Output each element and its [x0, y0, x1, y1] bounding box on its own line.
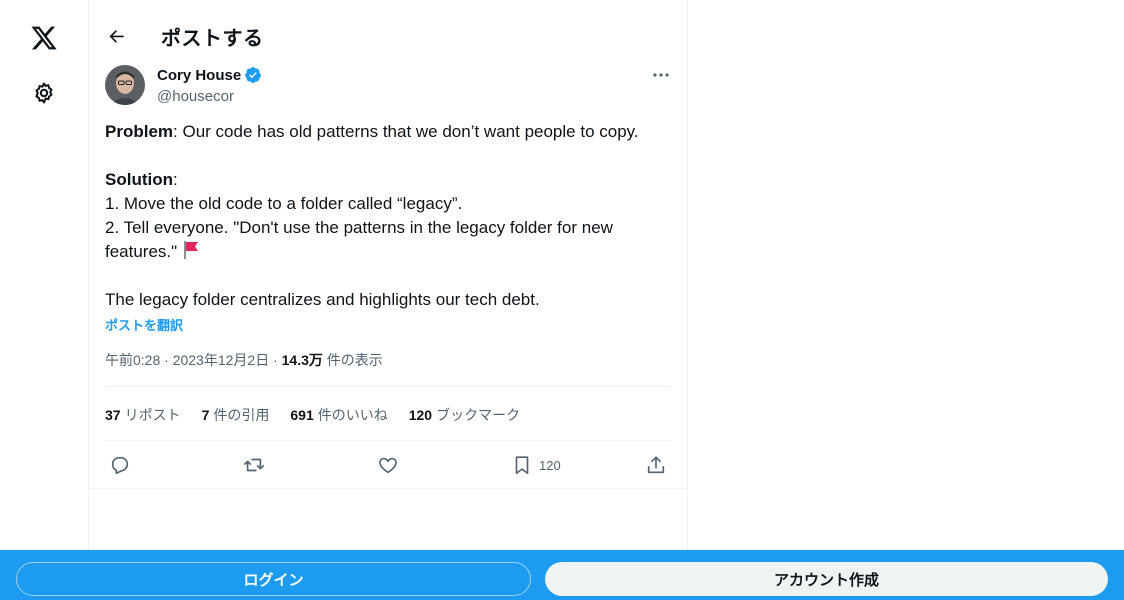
likes-stat[interactable]: 691 件のいいね	[290, 405, 387, 425]
repost-button[interactable]	[243, 452, 265, 478]
reposts-stat[interactable]: 37 リポスト	[105, 405, 181, 425]
bookmark-icon	[515, 456, 529, 475]
reply-button[interactable]	[109, 452, 131, 478]
post-time-date[interactable]: 午前0:28 · 2023年12月2日 ·	[105, 352, 282, 368]
tweet-step-2-line: 2. Tell everyone. "Don't use the pattern…	[105, 216, 665, 264]
x-logo-svg	[31, 26, 57, 50]
avatar[interactable]	[105, 65, 145, 105]
heart-icon	[379, 457, 397, 474]
reply-icon	[111, 456, 129, 475]
problem-text: : Our code has old patterns that we don’…	[173, 122, 639, 141]
engagement-stats: 37 リポスト 7 件の引用 691 件のいいね 120 ブックマーク	[105, 405, 541, 425]
views-label: 件の表示	[322, 352, 383, 368]
share-button[interactable]	[645, 452, 667, 478]
bookmark-button[interactable]: 120	[511, 452, 561, 478]
create-account-button[interactable]: アカウント作成	[545, 562, 1108, 596]
likes-count: 691	[290, 407, 314, 423]
more-options-button[interactable]	[649, 64, 673, 86]
x-logo-icon[interactable]	[22, 16, 66, 60]
bookmarks-stat[interactable]: 120 ブックマーク	[409, 405, 520, 425]
reposts-label: リポスト	[124, 407, 181, 423]
left-nav	[0, 0, 88, 600]
login-button[interactable]: ログイン	[16, 562, 531, 596]
problem-label: Problem	[105, 122, 174, 141]
gear-icon	[35, 82, 53, 104]
quotes-count: 7	[201, 407, 210, 423]
tweet-meta: 午前0:28 · 2023年12月2日 · 14.3万 件の表示	[105, 350, 383, 370]
divider	[105, 440, 671, 441]
quotes-stat[interactable]: 7 件の引用	[202, 405, 270, 425]
quotes-label: 件の引用	[213, 407, 270, 423]
tweet-step-1: 1. Move the old code to a folder called …	[105, 194, 463, 213]
avatar-image	[105, 65, 145, 105]
settings-gear-icon[interactable]	[22, 71, 66, 115]
action-bar: 120	[105, 452, 671, 478]
tweet-text: Problem: Our code has old patterns that …	[105, 120, 665, 312]
solution-colon: :	[172, 170, 178, 189]
more-dots-icon	[653, 73, 669, 77]
back-button[interactable]	[99, 18, 135, 54]
main-right-border	[687, 0, 688, 600]
author-name[interactable]: Cory House	[157, 66, 262, 84]
view-count: 14.3万	[281, 352, 323, 368]
author-name-text: Cory House	[157, 66, 242, 84]
solution-label: Solution	[105, 170, 173, 189]
main-column: ポストする Cory House @housecor Problem: Our …	[89, 0, 687, 600]
arrow-left-icon	[109, 30, 124, 43]
red-flag-icon	[183, 241, 198, 259]
bookmarks-label: ブックマーク	[436, 407, 521, 423]
tweet-solution-line: Solution:	[105, 168, 665, 192]
tweet-closing: The legacy folder centralizes and highli…	[105, 290, 540, 309]
repost-icon	[244, 458, 264, 472]
like-button[interactable]	[377, 452, 399, 478]
translate-post-link[interactable]: ポストを翻訳	[105, 315, 183, 334]
author-handle[interactable]: @housecor	[157, 88, 234, 105]
divider	[89, 488, 687, 489]
bookmarks-count: 120	[408, 407, 433, 423]
verified-badge-icon	[245, 67, 262, 83]
page-title: ポストする	[161, 28, 264, 50]
bottom-signup-bar: ログイン アカウント作成	[0, 550, 1124, 600]
top-bar: ポストする	[89, 0, 687, 72]
bookmark-count: 120	[539, 457, 561, 473]
tweet-problem-line: Problem: Our code has old patterns that …	[105, 120, 665, 144]
likes-label: 件のいいね	[317, 407, 388, 423]
reposts-count: 37	[105, 407, 121, 423]
share-icon	[647, 456, 665, 474]
divider	[105, 386, 671, 387]
